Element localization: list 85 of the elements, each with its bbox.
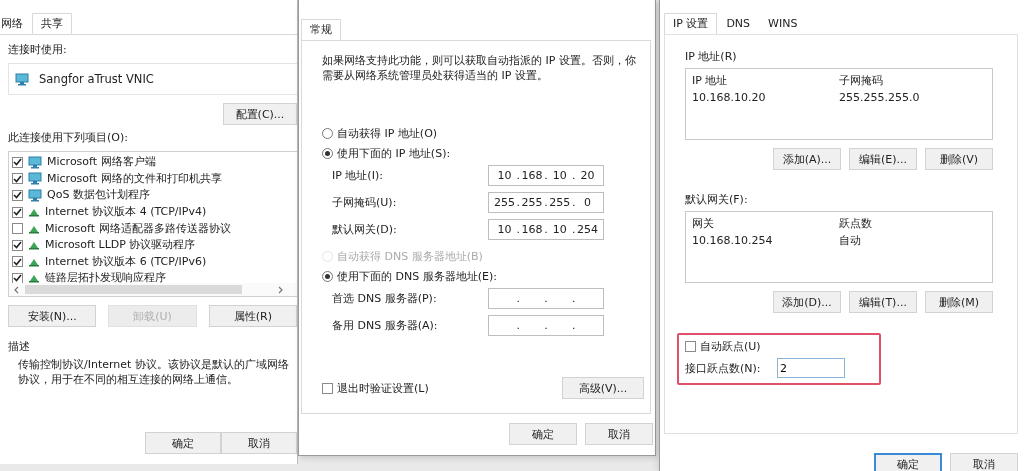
column-header: 子网掩码 [839,73,884,88]
field-label: 接口跃点数(N): [685,360,762,376]
list-button[interactable]: 删除(M) [925,291,993,313]
radio-button[interactable] [322,147,333,159]
configure-button[interactable]: 配置(C)... [223,103,297,125]
ok-button[interactable]: 确定 [509,423,577,445]
cancel-button[interactable]: 取消 [585,423,653,445]
monitor-icon [28,189,42,202]
list-item[interactable]: QoS 数据包计划程序 [47,188,150,203]
tab[interactable]: WINS [759,13,807,34]
tab[interactable]: DNS [717,13,760,34]
table-cell-text: 10.168.10.254 [692,234,774,247]
list-item[interactable]: Internet 协议版本 4 (TCP/IPv4) [45,205,207,220]
radio-label[interactable]: 使用下面的 DNS 服务器地址(E): [337,268,497,284]
tab[interactable]: IP 设置 [664,13,718,34]
adapter-name: Sangfor aTrust VNIC [39,72,154,86]
checkbox[interactable] [12,239,23,251]
table-cell-text: 自动 [839,233,862,248]
advanced-button[interactable]: 高级(V)... [562,377,644,399]
list-button[interactable]: 添加(A)... [773,148,841,170]
checkbox[interactable] [12,156,23,168]
ip-address-field[interactable]: 255.255.255. 0 [488,192,604,213]
radio-label[interactable]: 使用下面的 IP 地址(S): [337,145,451,161]
table-cell-text: 10.168.10.20 [692,91,767,104]
list-button[interactable]: 删除(V) [925,148,993,170]
radio-label[interactable]: 自动获得 IP 地址(O) [337,125,438,141]
list-item[interactable]: Microsoft LLDP 协议驱动程序 [45,238,196,253]
component-button[interactable]: 安装(N)... [8,305,97,327]
checkbox[interactable] [12,256,23,268]
checkbox[interactable] [12,206,23,218]
ip-address-field[interactable]: . . . [488,315,604,336]
checkbox[interactable] [12,190,23,201]
list-button[interactable]: 编辑(E)... [849,148,917,170]
cancel-button[interactable]: 取消 [221,432,297,454]
checkbox[interactable] [685,341,696,352]
tab[interactable]: 共享 [32,13,72,34]
section-label: 此连接使用下列项目(O): [8,131,129,145]
scroll-left-icon [14,285,19,294]
field-label: 子网掩码(U): [332,195,397,210]
field-label: 备用 DNS 服务器(A): [332,318,438,333]
horizontal-scrollbar[interactable] [9,283,297,296]
section-label: IP 地址(R) [685,49,738,63]
scroll-right-icon [278,285,283,294]
protocol-icon [28,207,40,218]
field-label: IP 地址(I): [332,168,383,183]
metric-field[interactable]: 2 [777,358,845,378]
cancel-button[interactable]: 取消 [950,453,1018,471]
ok-button[interactable]: 确定 [874,453,942,471]
checkbox[interactable] [322,382,333,394]
group-title: 描述 [8,339,31,353]
field-label: 默认网关(D): [332,222,397,237]
monitor-icon [28,172,42,186]
protocol-icon [28,273,40,283]
column-header: 网关 [692,216,715,231]
checkbox-label[interactable]: 自动跃点(U) [700,339,761,354]
list-item[interactable]: Microsoft 网络的文件和打印机共享 [47,171,222,186]
checkbox[interactable] [12,173,23,185]
list-button[interactable]: 添加(D)... [773,291,841,313]
checkbox[interactable] [12,223,23,235]
intro-text: 如果网络支持此功能，则可以获取自动指派的 IP 设置。否则，你需要从网络系统管理员处获得适当的 IP 设置。 [322,53,637,83]
component-button[interactable]: 属性(R) [208,305,297,327]
section-label: 连接时使用: [8,43,68,57]
checkbox-label[interactable]: 退出时验证设置(L) [337,380,429,396]
monitor-icon [15,72,29,86]
tab[interactable]: 常规 [301,19,341,40]
ip-address-field[interactable]: . . . [488,288,604,309]
ip-address-field[interactable]: 10 .168. 10 .254 [488,219,604,240]
list-button[interactable]: 编辑(T)... [849,291,917,313]
monitor-icon [28,155,42,169]
protocol-icon [28,240,40,251]
table-cell-text: 255.255.255.0 [839,91,921,104]
section-label: 默认网关(F): [685,192,749,206]
field-label: 首选 DNS 服务器(P): [332,291,437,306]
radio-button[interactable] [322,270,333,282]
column-header: 跃点数 [839,216,873,231]
ip-address-field[interactable]: 10 .168. 10 . 20 [488,165,604,186]
list-item[interactable]: Microsoft 网络适配器多路传送器协议 [45,221,231,236]
column-header: IP 地址 [692,73,729,88]
list-item[interactable]: Microsoft 网络客户端 [47,155,156,170]
radio-button[interactable] [322,127,333,139]
list-item[interactable]: 链路层拓扑发现响应程序 [45,271,166,283]
ok-button[interactable]: 确定 [145,432,221,454]
description-text: 传输控制协议/Internet 协议。该协议是默认的广域网络协议，用于在不同的相互连接的网络上通信。 [18,357,290,387]
tab[interactable]: 网络 [0,13,32,34]
list-item[interactable]: Internet 协议版本 6 (TCP/IPv6) [45,254,207,269]
